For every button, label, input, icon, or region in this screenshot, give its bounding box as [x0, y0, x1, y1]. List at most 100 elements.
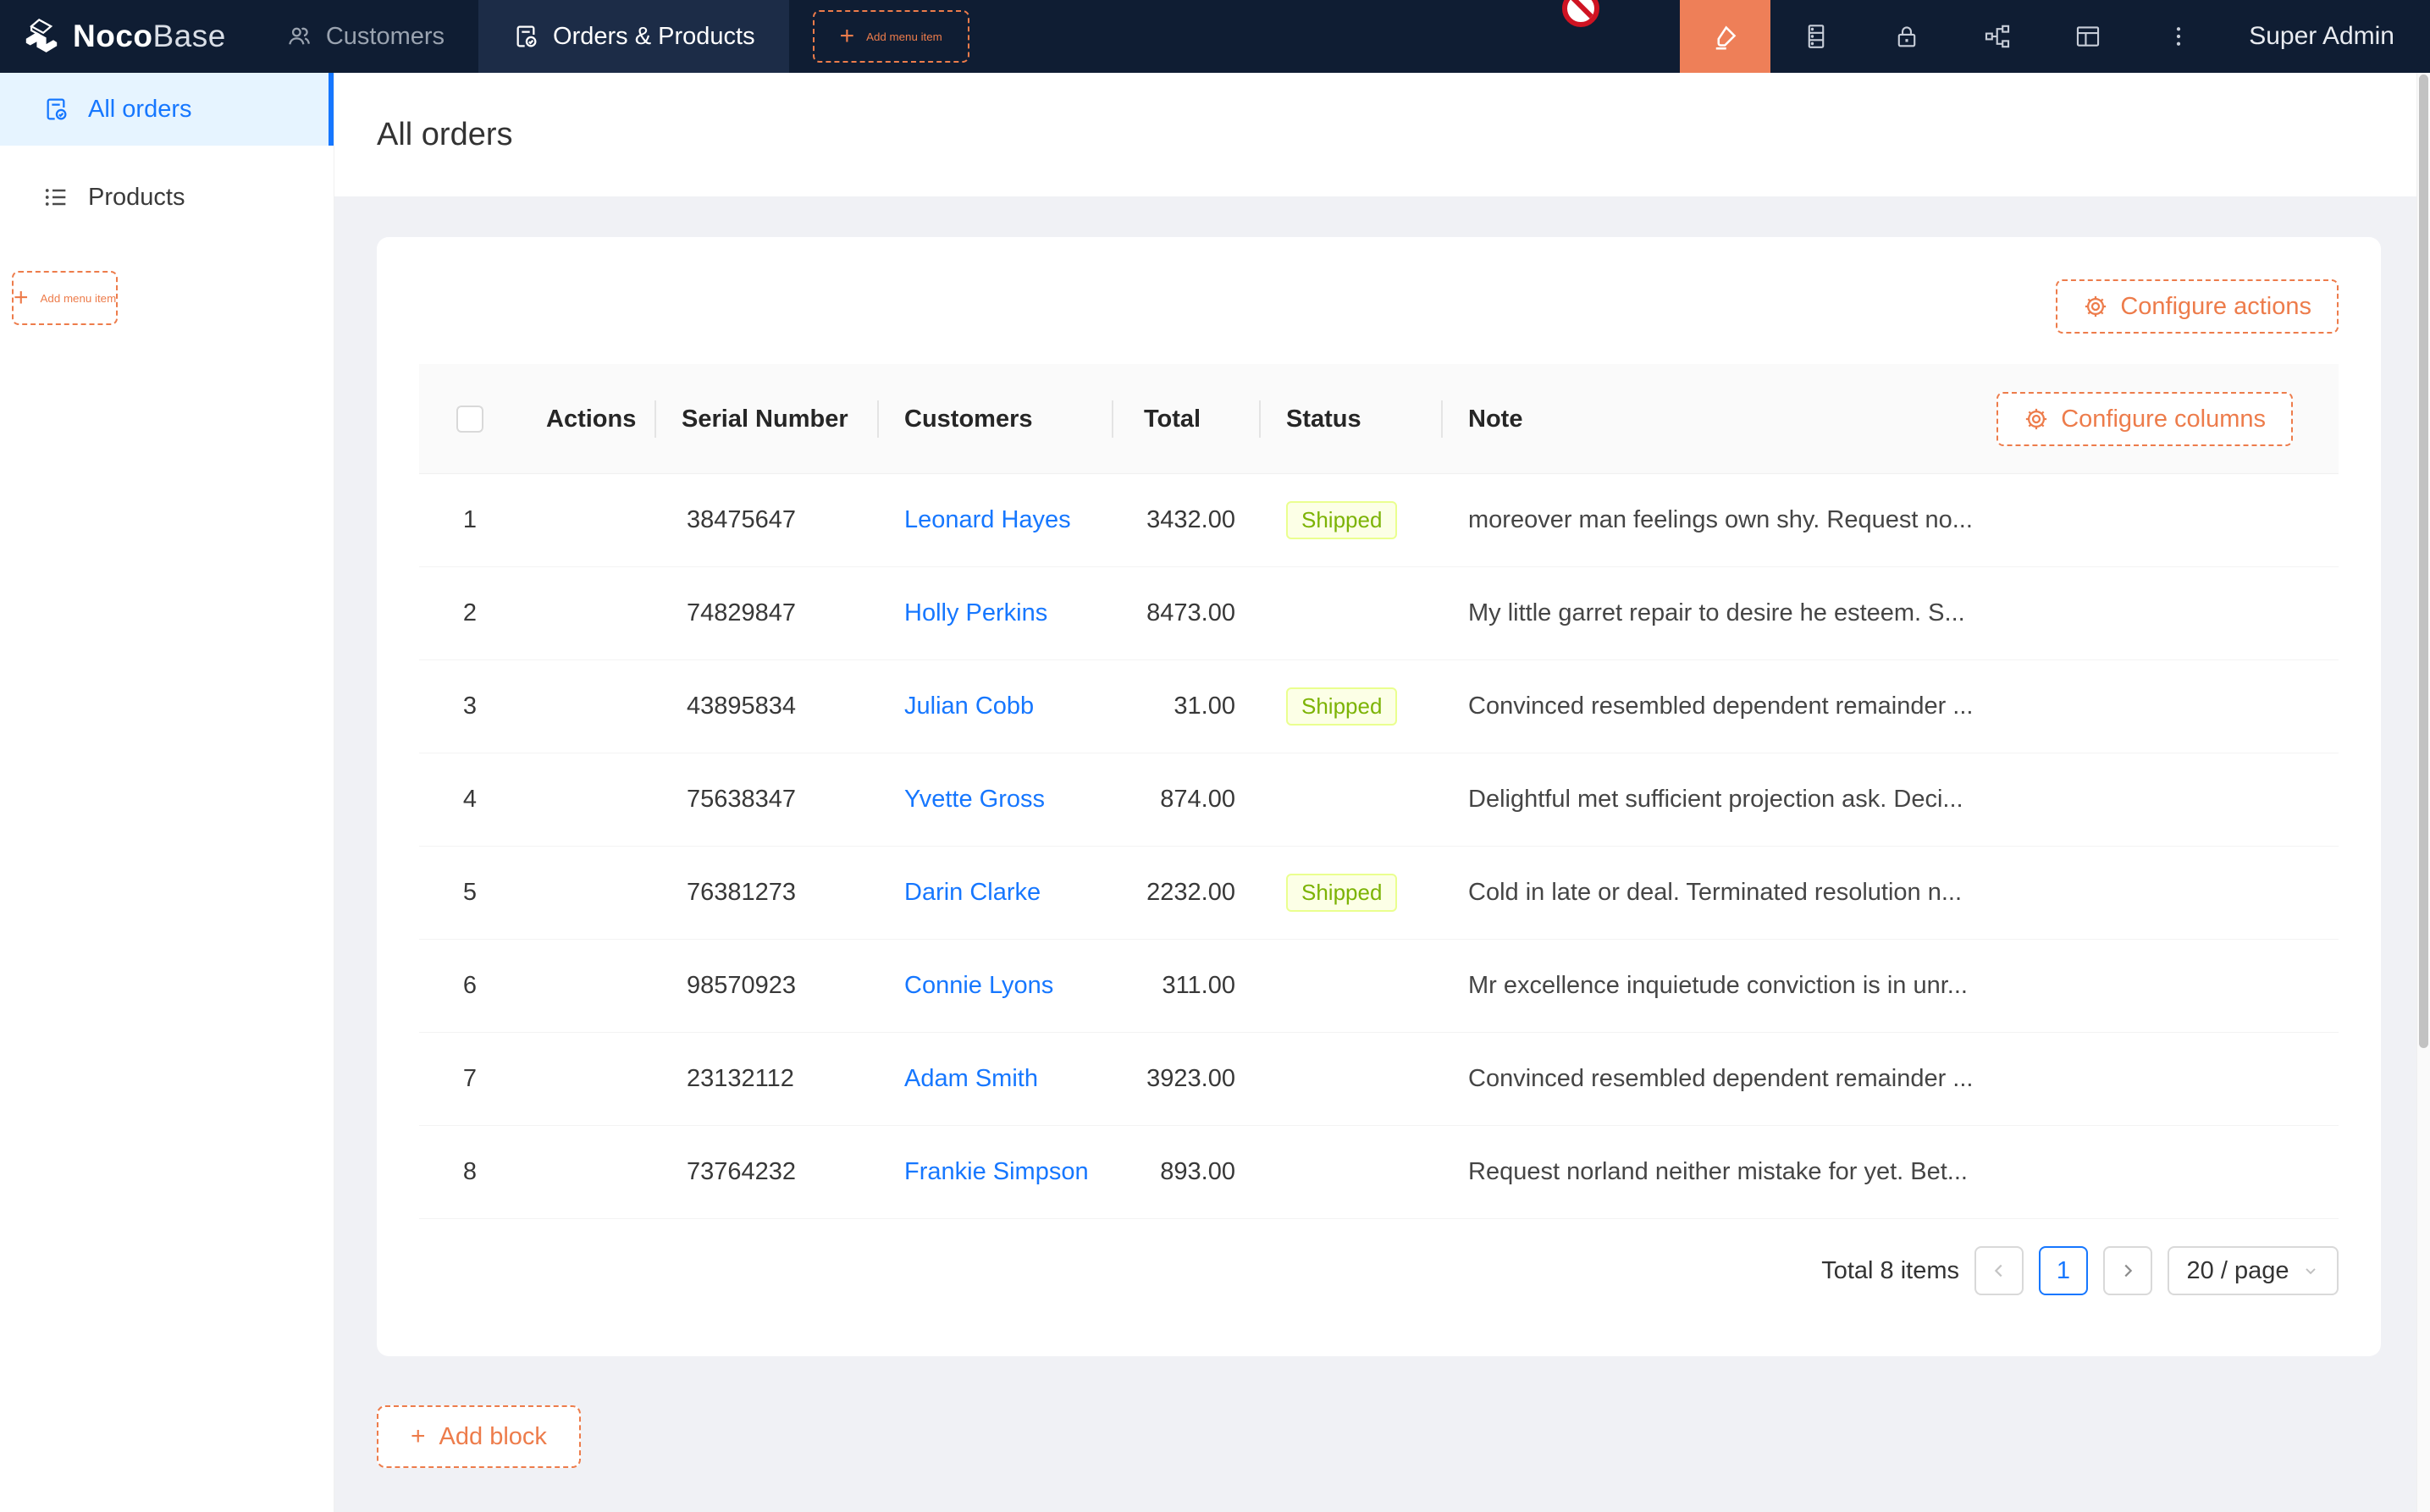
select-all-checkbox[interactable] [456, 406, 483, 433]
nav-add-menu-item-label: Add menu item [866, 30, 942, 43]
more-actions-button[interactable] [2133, 0, 2223, 73]
row-status-cell: Shipped [1261, 874, 1443, 912]
table-row[interactable]: 3 43895834 Julian Cobb 31.00 Shipped Con… [419, 660, 2339, 753]
page-size-select[interactable]: 20 / page [2168, 1246, 2339, 1295]
data-sources-button[interactable] [1770, 0, 1861, 73]
row-status-cell: Shipped [1261, 501, 1443, 539]
next-page-button[interactable] [2103, 1246, 2152, 1295]
ui-editor-button[interactable] [1680, 0, 1770, 73]
orders-icon [512, 23, 539, 50]
column-header-customers: Customers [879, 364, 1113, 474]
row-index: 2 [419, 599, 521, 627]
orders-table-block: Configure actions Actions Serial Number … [377, 237, 2381, 1356]
page-layout-button[interactable] [2042, 0, 2133, 73]
user-menu[interactable]: Super Admin [2223, 0, 2430, 73]
highlighter-icon [1710, 21, 1741, 52]
table-row[interactable]: 7 23132112 Adam Smith 3923.00 Convinced … [419, 1033, 2339, 1126]
table-row[interactable]: 6 98570923 Connie Lyons 311.00 Mr excell… [419, 940, 2339, 1033]
customer-link[interactable]: Adam Smith [904, 1065, 1038, 1092]
row-serial-number: 73764232 [656, 1158, 879, 1186]
configure-actions-button[interactable]: Configure actions [2056, 279, 2339, 334]
tab-customers-label: Customers [326, 23, 445, 51]
navbar-right-actions: Super Admin [1680, 0, 2430, 73]
sidebar-add-menu-item-button[interactable]: + Add menu item [12, 271, 118, 325]
layout-icon [2074, 22, 2102, 51]
api-workflow-button[interactable] [1952, 0, 2042, 73]
nocobase-logo[interactable]: NocoBase [0, 0, 251, 73]
table-row[interactable]: 8 73764232 Frankie Simpson 893.00 Reques… [419, 1126, 2339, 1219]
row-customer-cell: Yvette Gross [879, 786, 1113, 814]
select-all-cell [419, 364, 521, 474]
customer-link[interactable]: Julian Cobb [904, 693, 1034, 720]
pagination: Total 8 items 1 20 / page [419, 1246, 2339, 1295]
nocobase-logo-icon [22, 19, 61, 54]
previous-page-button[interactable] [1974, 1246, 2024, 1295]
column-header-status: Status [1261, 364, 1443, 474]
customer-link[interactable]: Yvette Gross [904, 786, 1045, 813]
customer-link[interactable]: Connie Lyons [904, 972, 1053, 999]
chevron-down-icon [2302, 1262, 2319, 1279]
add-block-button[interactable]: + Add block [377, 1405, 581, 1468]
page-number-button[interactable]: 1 [2039, 1246, 2088, 1295]
customer-link[interactable]: Leonard Hayes [904, 506, 1071, 533]
configure-columns-label: Configure columns [2061, 406, 2266, 433]
row-index: 7 [419, 1065, 521, 1093]
orders-table: Actions Serial Number Customers Total St… [419, 364, 2339, 1219]
row-serial-number: 74829847 [656, 599, 879, 627]
tab-customers[interactable]: Customers [251, 0, 478, 73]
row-total: 893.00 [1113, 1158, 1261, 1186]
customers-icon [285, 23, 312, 50]
brand-name: NocoBase [73, 19, 226, 54]
sidebar-item-products[interactable]: Products [0, 161, 334, 234]
customer-link[interactable]: Frankie Simpson [904, 1158, 1089, 1185]
customer-link[interactable]: Holly Perkins [904, 599, 1047, 626]
user-name: Super Admin [2249, 22, 2394, 51]
sidebar-item-all-orders[interactable]: All orders [0, 73, 334, 146]
page-size-value: 20 / page [2187, 1257, 2289, 1285]
file-check-icon [42, 96, 69, 123]
status-tag: Shipped [1286, 687, 1397, 726]
plus-icon: + [14, 285, 29, 311]
row-serial-number: 75638347 [656, 786, 879, 814]
scrollbar-thumb[interactable] [2419, 74, 2428, 1048]
api-icon [1983, 22, 2012, 51]
gear-icon [2024, 406, 2049, 432]
row-customer-cell: Darin Clarke [879, 879, 1113, 907]
table-row[interactable]: 4 75638347 Yvette Gross 874.00 Delightfu… [419, 753, 2339, 847]
gear-icon [2083, 294, 2108, 319]
row-serial-number: 43895834 [656, 693, 879, 720]
page-title: All orders [377, 117, 513, 153]
table-row[interactable]: 2 74829847 Holly Perkins 8473.00 My litt… [419, 567, 2339, 660]
nav-add-menu-item-button[interactable]: + Add menu item [813, 10, 969, 63]
access-control-button[interactable] [1861, 0, 1952, 73]
customer-link[interactable]: Darin Clarke [904, 879, 1041, 906]
scrollbar-track[interactable] [2416, 73, 2430, 1512]
plus-icon: + [411, 1424, 426, 1449]
top-navbar: NocoBase Customers Orders & Products + A… [0, 0, 2430, 73]
row-serial-number: 98570923 [656, 972, 879, 1000]
status-tag: Shipped [1286, 501, 1397, 539]
table-row[interactable]: 5 76381273 Darin Clarke 2232.00 Shipped … [419, 847, 2339, 940]
page-header: All orders [334, 73, 2416, 196]
row-serial-number: 76381273 [656, 879, 879, 907]
table-header-row: Actions Serial Number Customers Total St… [419, 364, 2339, 474]
sidebar-item-label: All orders [88, 96, 192, 124]
table-row[interactable]: 1 38475647 Leonard Hayes 3432.00 Shipped… [419, 474, 2339, 567]
row-customer-cell: Holly Perkins [879, 599, 1113, 627]
main-content: All orders Configure actions Act [334, 73, 2416, 1512]
column-header-serial-number: Serial Number [656, 364, 879, 474]
status-tag: Shipped [1286, 874, 1397, 912]
row-note: Cold in late or deal. Terminated resolut… [1443, 879, 2339, 907]
ellipsis-vertical-icon [2166, 24, 2191, 49]
sidebar-item-label: Products [88, 184, 185, 212]
row-total: 311.00 [1113, 972, 1261, 1000]
column-header-total: Total [1113, 364, 1261, 474]
row-customer-cell: Leonard Hayes [879, 506, 1113, 534]
row-total: 8473.00 [1113, 599, 1261, 627]
row-total: 31.00 [1113, 693, 1261, 720]
pagination-total: Total 8 items [1821, 1257, 1959, 1285]
tab-orders-products[interactable]: Orders & Products [478, 0, 789, 73]
list-icon [42, 184, 69, 211]
row-total: 874.00 [1113, 786, 1261, 814]
configure-columns-button[interactable]: Configure columns [1996, 392, 2293, 446]
